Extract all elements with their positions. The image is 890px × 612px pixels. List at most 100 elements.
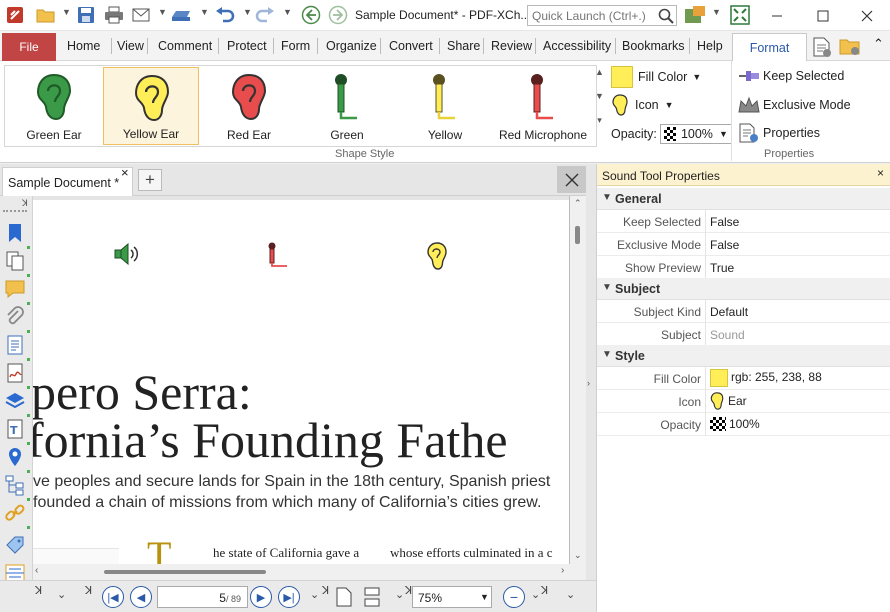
tag-icon[interactable] <box>4 534 26 556</box>
property-value[interactable]: False <box>710 238 739 252</box>
maximize-button[interactable] <box>800 0 846 31</box>
property-value[interactable]: Sound <box>710 328 745 342</box>
property-row[interactable]: Subject Sound <box>597 323 890 346</box>
shape-style-green-microphone[interactable]: Green <box>299 67 395 145</box>
tab-convert[interactable]: Convert <box>389 39 433 53</box>
tab-accessibility[interactable]: Accessibility <box>543 39 611 53</box>
property-value[interactable]: rgb: 255, 238, 88 <box>710 369 822 387</box>
tab-comment[interactable]: Comment <box>158 39 212 53</box>
scroll-down-icon[interactable]: ⌄ <box>574 550 582 561</box>
scroll-right-icon[interactable]: › <box>561 565 564 576</box>
continuous-page-icon[interactable] <box>363 587 381 607</box>
shape-style-green-ear[interactable]: Green Ear <box>6 67 102 145</box>
panel-splitter[interactable]: › <box>586 164 596 592</box>
shape-style-yellow-ear[interactable]: Yellow Ear <box>103 67 199 145</box>
chevron-down-icon[interactable]: ⌄ <box>566 588 575 601</box>
gallery-down-icon[interactable]: ▼ <box>593 91 606 101</box>
location-pin-icon[interactable] <box>4 446 26 468</box>
chevron-down-icon[interactable]: ▼ <box>712 7 721 17</box>
tab-form[interactable]: Form <box>281 39 310 53</box>
property-value[interactable]: False <box>710 215 739 229</box>
forward-icon[interactable] <box>327 5 349 25</box>
gallery-up-icon[interactable]: ▲ <box>593 67 606 77</box>
fill-color-button[interactable]: Fill Color ▼ <box>611 66 701 88</box>
tab-view[interactable]: View <box>117 39 144 53</box>
tab-organize[interactable]: Organize <box>326 39 377 53</box>
document-properties-icon[interactable] <box>810 35 834 59</box>
scanner-icon[interactable] <box>170 5 192 25</box>
chevron-down-icon[interactable]: ⌄ <box>310 588 319 601</box>
bookmark-icon[interactable] <box>4 222 26 244</box>
first-page-button[interactable]: |◀ <box>102 586 124 608</box>
attachment-icon[interactable] <box>4 306 26 328</box>
category-general[interactable]: ▼ General <box>597 188 890 210</box>
stamp-icon[interactable] <box>684 5 706 25</box>
property-row[interactable]: Keep Selected False <box>597 210 890 233</box>
document-icon[interactable] <box>4 334 26 356</box>
chevron-down-icon[interactable]: ⌄ <box>531 588 540 601</box>
text-document-icon[interactable]: T <box>4 418 26 440</box>
chevron-down-icon[interactable]: ⌄ <box>395 588 404 601</box>
comments-icon[interactable] <box>4 278 26 300</box>
pages-icon[interactable] <box>4 250 26 272</box>
splitter-arrow-icon[interactable]: › <box>587 378 590 388</box>
horizontal-scrollbar[interactable]: ‹ › <box>33 564 586 580</box>
shape-style-red-microphone[interactable]: Red Microphone <box>495 67 591 145</box>
scroll-left-icon[interactable]: ‹ <box>35 565 38 576</box>
folder-settings-icon[interactable] <box>838 35 862 59</box>
exclusive-mode-button[interactable]: Exclusive Mode <box>738 96 851 114</box>
zoom-select[interactable]: 75% ▼ <box>412 586 492 608</box>
tab-format[interactable]: Format <box>732 33 807 62</box>
scroll-thumb[interactable] <box>575 226 580 244</box>
close-window-button[interactable] <box>844 0 890 31</box>
zoom-out-button[interactable]: − <box>503 586 525 608</box>
microphone-annotation-icon[interactable] <box>267 242 291 268</box>
document-tab[interactable]: Sample Document * <box>2 167 133 196</box>
scroll-up-icon[interactable]: ⌃ <box>574 198 582 209</box>
back-icon[interactable] <box>300 5 322 25</box>
close-document-button[interactable] <box>557 166 586 193</box>
last-page-button[interactable]: ▶| <box>278 586 300 608</box>
layers-icon[interactable] <box>4 390 26 412</box>
property-row[interactable]: Show Preview True <box>597 256 890 279</box>
property-row[interactable]: Exclusive Mode False <box>597 233 890 256</box>
open-folder-icon[interactable] <box>35 5 57 25</box>
category-subject[interactable]: ▼ Subject <box>597 278 890 300</box>
vertical-scrollbar[interactable]: ⌃ ⌄ <box>570 196 586 564</box>
save-icon[interactable] <box>75 5 97 25</box>
gallery-scroll[interactable]: ▲ ▼ ▾ <box>593 65 606 147</box>
tab-review[interactable]: Review <box>491 39 532 53</box>
shape-style-yellow-microphone[interactable]: Yellow <box>397 67 493 145</box>
tab-share[interactable]: Share <box>447 39 480 53</box>
tab-protect[interactable]: Protect <box>227 39 267 53</box>
collapse-ribbon-icon[interactable]: ⌃ <box>873 36 884 52</box>
ear-annotation-icon[interactable] <box>427 242 447 270</box>
properties-button[interactable]: Properties <box>738 123 820 143</box>
link-icon[interactable] <box>4 502 26 524</box>
previous-page-button[interactable]: ◀ <box>130 586 152 608</box>
collapse-icon[interactable]: ꓘ <box>22 198 28 209</box>
property-value[interactable]: Default <box>710 305 748 319</box>
chevron-down-icon[interactable]: ▼ <box>200 7 209 17</box>
new-tab-button[interactable]: + <box>138 169 162 191</box>
icon-button[interactable]: Icon ▼ <box>612 94 674 116</box>
fullscreen-icon[interactable] <box>729 5 751 25</box>
tab-file[interactable]: File <box>2 33 56 61</box>
document-viewport[interactable]: pero Serra: fornia’s Founding Fathe ve p… <box>33 196 570 564</box>
property-row[interactable]: Opacity 100% <box>597 413 890 436</box>
property-value[interactable]: 100% <box>710 417 760 431</box>
undo-icon[interactable] <box>214 5 236 25</box>
single-page-icon[interactable] <box>336 587 352 607</box>
tab-home[interactable]: Home <box>67 39 100 53</box>
shape-style-red-ear[interactable]: Red Ear <box>201 67 297 145</box>
page-number-field[interactable]: 5/ 89 <box>157 586 248 608</box>
structure-tree-icon[interactable] <box>4 474 26 496</box>
property-value[interactable]: Ear <box>710 392 747 410</box>
property-row[interactable]: Fill Color rgb: 255, 238, 88 <box>597 367 890 390</box>
chevron-down-icon[interactable]: ▼ <box>158 7 167 17</box>
gallery-expand-icon[interactable]: ▾ <box>593 115 606 126</box>
keep-selected-button[interactable]: Keep Selected <box>738 69 844 83</box>
chevron-down-icon[interactable]: ▼ <box>283 7 292 17</box>
minimize-button[interactable] <box>754 0 800 31</box>
next-page-button[interactable]: ▶ <box>250 586 272 608</box>
